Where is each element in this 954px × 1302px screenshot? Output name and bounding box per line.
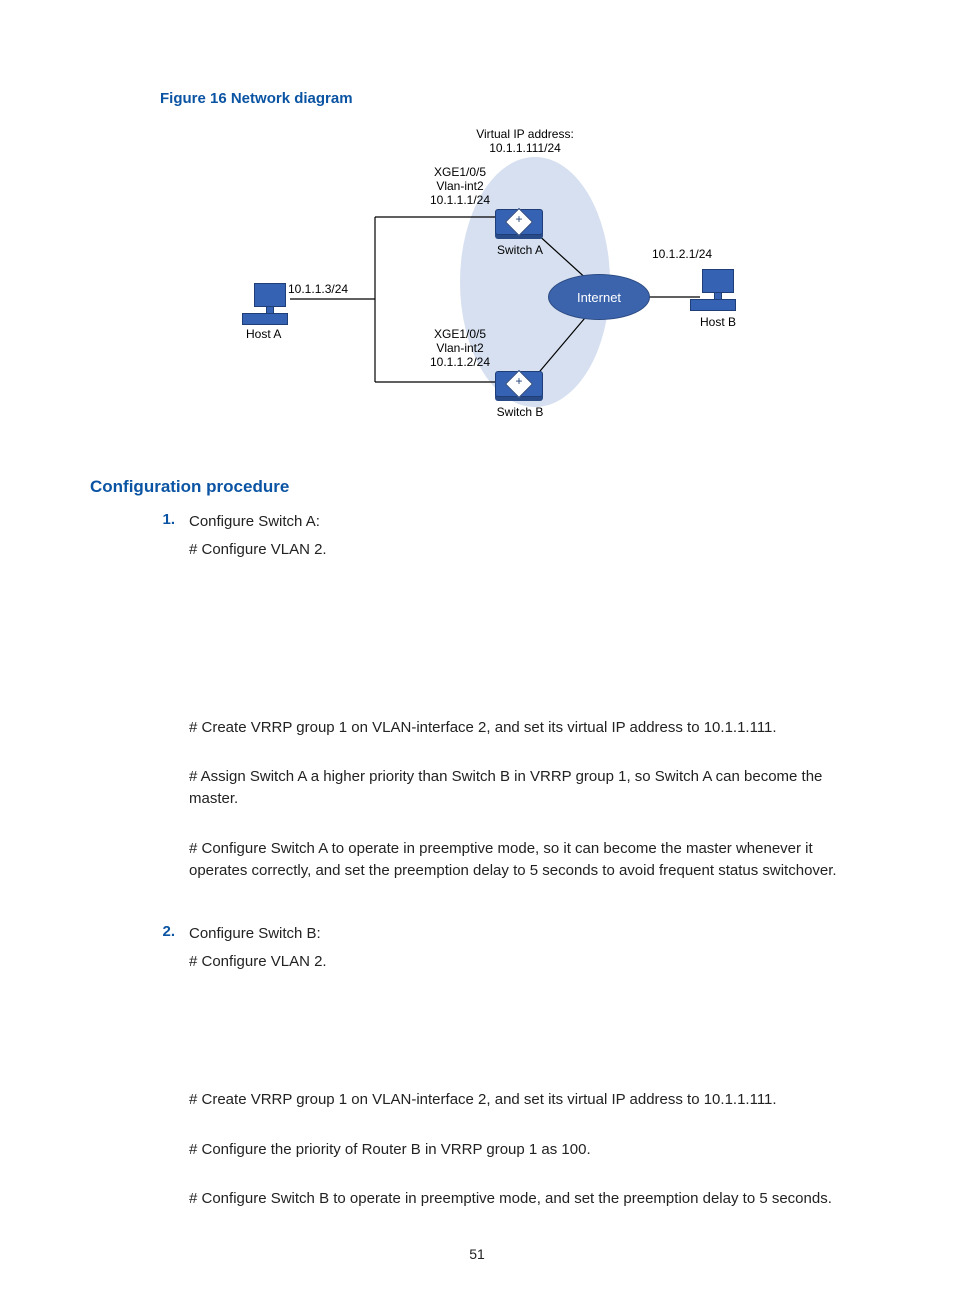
host-a-ip: 10.1.1.3/24 xyxy=(288,282,348,296)
step-1-number: 1. xyxy=(90,511,189,887)
host-a-label: Host A xyxy=(246,327,281,341)
step-2-line-1: Configure Switch B: xyxy=(189,923,864,945)
step-1-line-1: Configure Switch A: xyxy=(189,511,864,533)
switch-b-if-1: XGE1/0/5 xyxy=(420,327,500,341)
step-1-line-4: # Assign Switch A a higher priority than… xyxy=(189,766,864,810)
step-2-line-3: # Create VRRP group 1 on VLAN-interface … xyxy=(189,1089,864,1111)
switch-a-if-3: 10.1.1.1/24 xyxy=(420,193,500,207)
virtual-ip-label-2: 10.1.1.111/24 xyxy=(450,141,600,155)
step-2: 2. Configure Switch B: # Configure VLAN … xyxy=(90,923,864,1216)
figure-caption: Figure 16 Network diagram xyxy=(160,90,864,107)
step-1-line-2: # Configure VLAN 2. xyxy=(189,539,864,561)
switch-b-if-2: Vlan-int2 xyxy=(420,341,500,355)
step-2-line-5: # Configure Switch B to operate in preem… xyxy=(189,1188,864,1210)
page-number: 51 xyxy=(90,1246,864,1262)
host-a-icon xyxy=(242,283,288,323)
switch-a-icon xyxy=(495,209,543,235)
host-b-icon xyxy=(690,269,736,309)
switch-b-if-3: 10.1.1.2/24 xyxy=(420,355,500,369)
step-1-line-3: # Create VRRP group 1 on VLAN-interface … xyxy=(189,717,864,739)
switch-b-icon xyxy=(495,371,543,397)
network-diagram: Internet Virtual IP address: 10.1.1.111/… xyxy=(160,127,700,417)
switch-a-if-1: XGE1/0/5 xyxy=(420,165,500,179)
step-2-line-4: # Configure the priority of Router B in … xyxy=(189,1139,864,1161)
switch-b-label: Switch B xyxy=(470,405,570,419)
switch-a-label: Switch A xyxy=(470,243,570,257)
step-1: 1. Configure Switch A: # Configure VLAN … xyxy=(90,511,864,887)
virtual-ip-label-1: Virtual IP address: xyxy=(450,127,600,141)
step-2-line-2: # Configure VLAN 2. xyxy=(189,951,864,973)
section-heading: Configuration procedure xyxy=(90,477,864,497)
step-1-line-5: # Configure Switch A to operate in preem… xyxy=(189,838,864,882)
host-b-label: Host B xyxy=(700,315,736,329)
internet-cloud: Internet xyxy=(548,274,650,320)
switch-a-if-2: Vlan-int2 xyxy=(420,179,500,193)
internet-label: Internet xyxy=(577,290,621,305)
step-2-number: 2. xyxy=(90,923,189,1216)
host-b-ip: 10.1.2.1/24 xyxy=(652,247,712,261)
